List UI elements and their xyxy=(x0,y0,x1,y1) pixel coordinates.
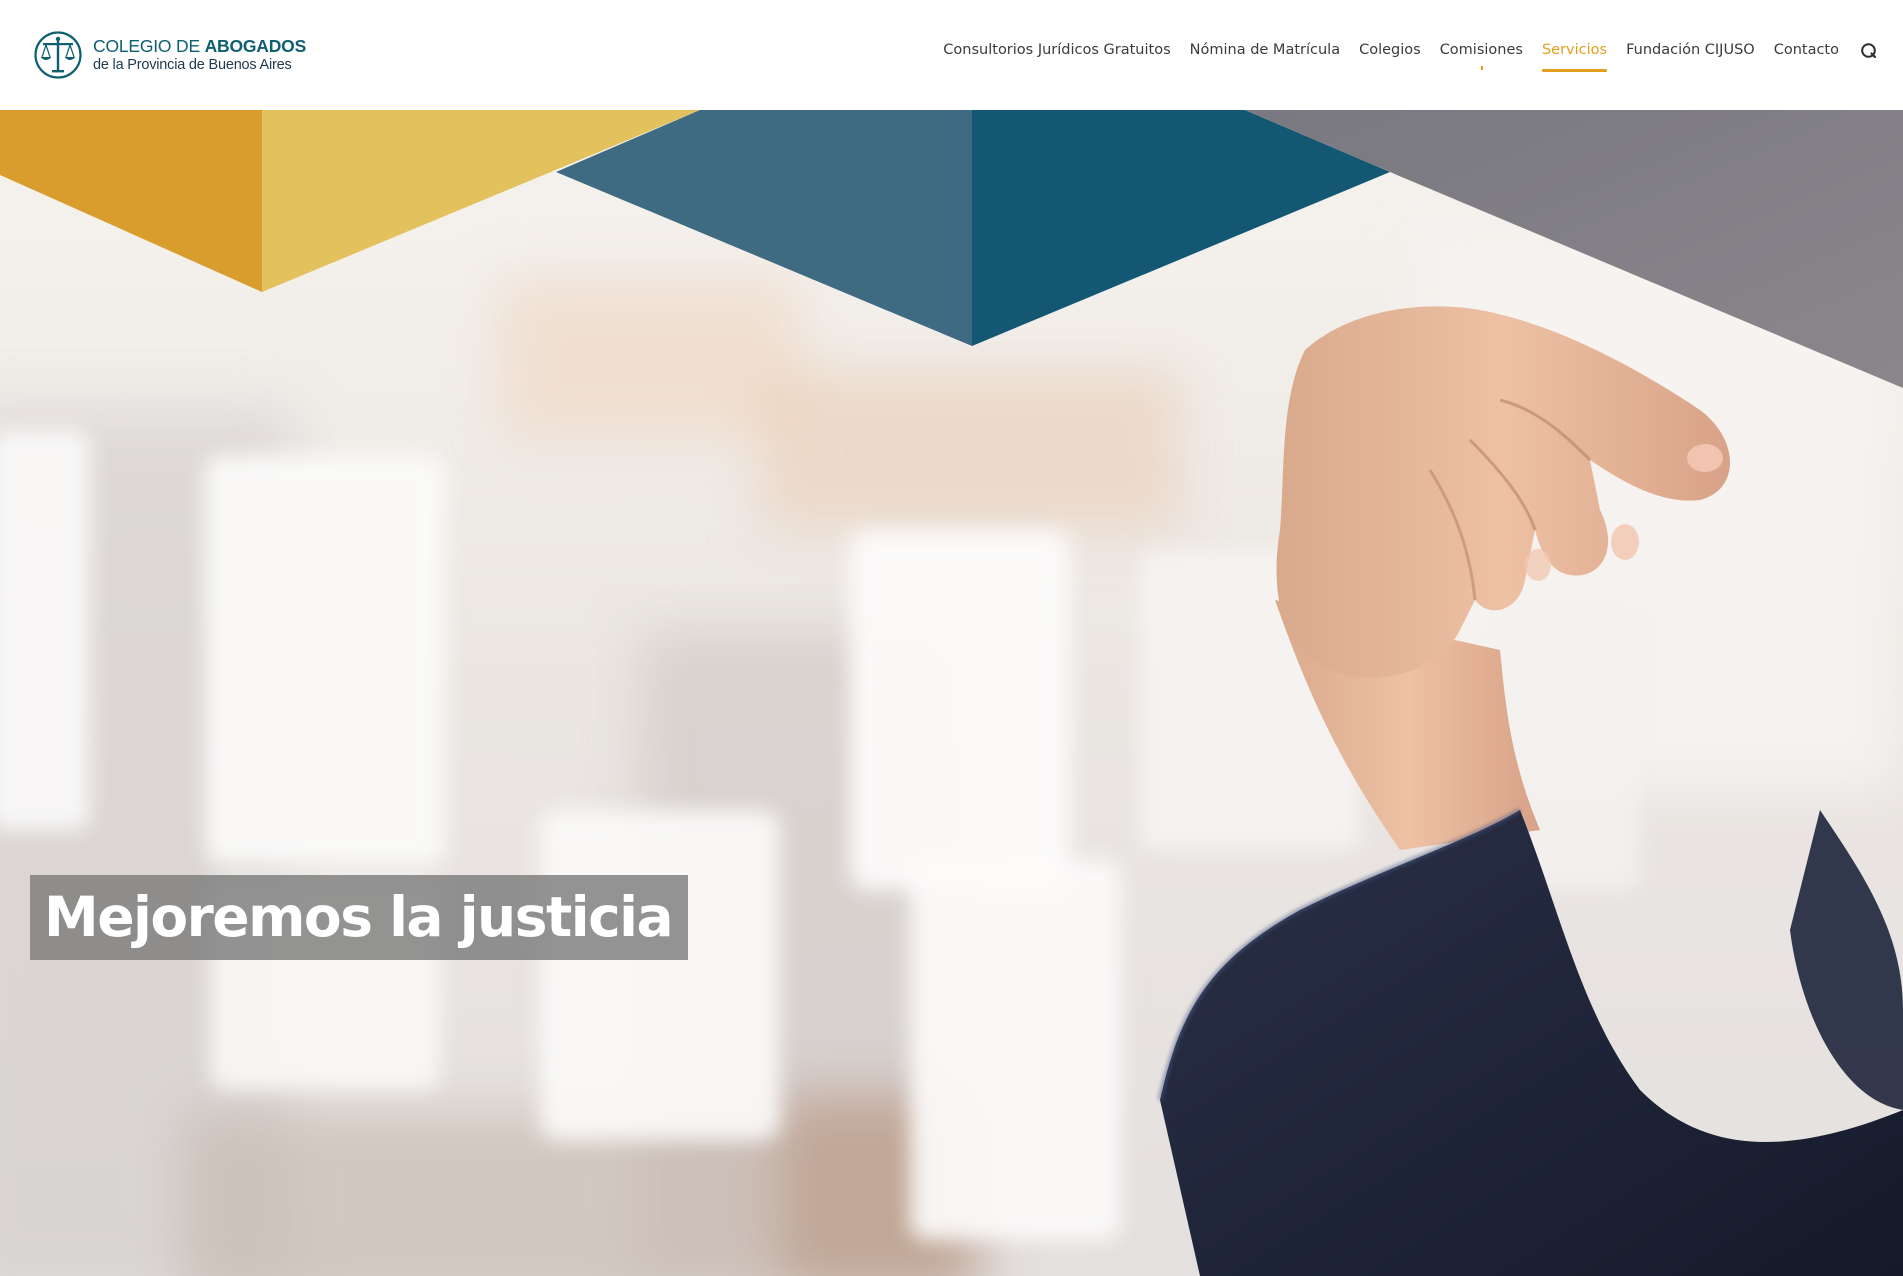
logo-title: COLEGIO DE ABOGADOS xyxy=(93,35,307,56)
hero-title: Mejoremos la justicia xyxy=(44,885,674,949)
nav-item-fundacion-cijuso[interactable]: Fundación CIJUSO xyxy=(1626,36,1755,72)
logo-subtitle: de la Provincia de Buenos Aires xyxy=(93,57,292,73)
logo-title-regular: COLEGIO DE xyxy=(93,35,205,56)
nav-item-colegios[interactable]: Colegios xyxy=(1359,36,1421,72)
nav-item-servicios[interactable]: Servicios xyxy=(1541,36,1608,72)
hero-title-box: Mejoremos la justicia xyxy=(30,875,689,960)
scales-of-justice-icon xyxy=(34,31,82,79)
site-header: COLEGIO DE ABOGADOS de la Provincia de B… xyxy=(0,0,1903,110)
nav-item-nomina-matricula[interactable]: Nómina de Matrícula xyxy=(1190,36,1340,72)
search-icon xyxy=(1860,43,1876,59)
hover-marker xyxy=(1481,66,1483,70)
logo-text: COLEGIO DE ABOGADOS de la Provincia de B… xyxy=(93,35,307,73)
nav-item-comisiones[interactable]: Comisiones xyxy=(1440,36,1523,72)
main-nav: Consultorios Jurídicos Gratuitos Nómina … xyxy=(943,36,1878,72)
hero-banner: Mejoremos la justicia xyxy=(0,110,1903,1276)
nav-item-comisiones-label: Comisiones xyxy=(1439,42,1523,58)
nav-item-consultorios[interactable]: Consultorios Jurídicos Gratuitos xyxy=(943,36,1170,72)
hero-background-image xyxy=(0,110,1903,1276)
nav-item-contacto[interactable]: Contacto xyxy=(1774,36,1839,72)
logo-title-bold: ABOGADOS xyxy=(204,35,307,56)
site-logo[interactable]: COLEGIO DE ABOGADOS de la Provincia de B… xyxy=(33,30,306,80)
search-button[interactable] xyxy=(1858,36,1878,65)
